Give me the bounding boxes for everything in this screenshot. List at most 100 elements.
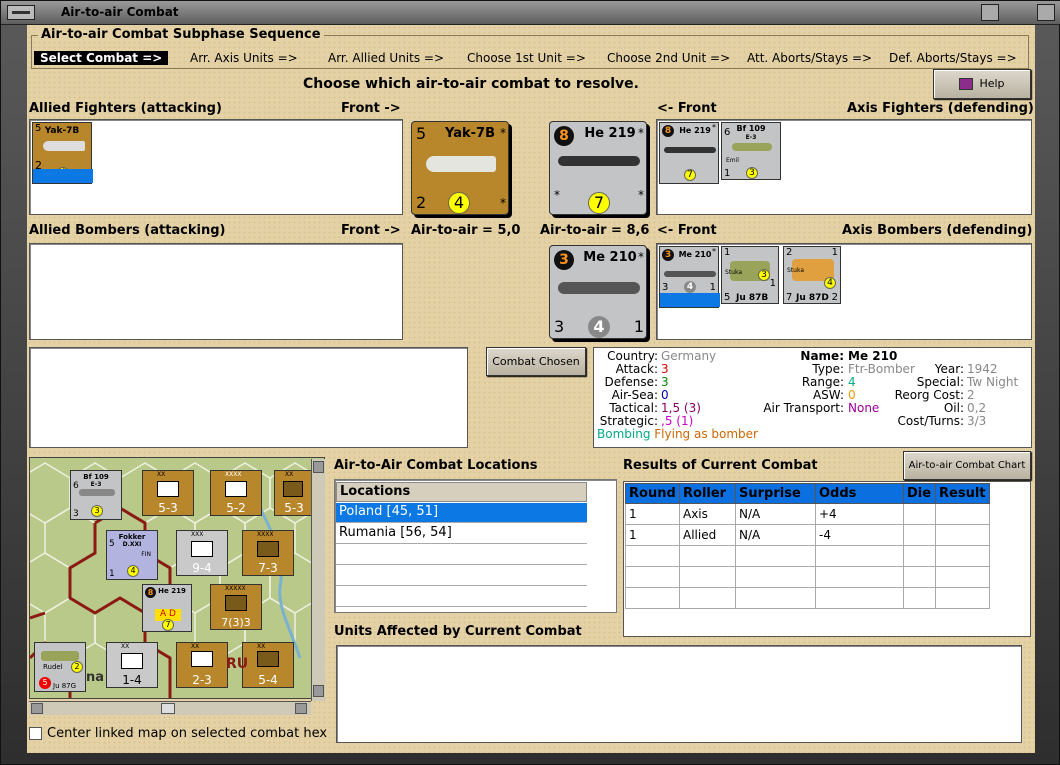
infantry-icon — [257, 541, 279, 557]
minimize-button[interactable] — [981, 4, 999, 21]
front-left-label-2: <- Front — [657, 223, 717, 238]
map-inf-counter-2[interactable]: XXXX 5-2 — [210, 470, 262, 516]
sequence-title: Air-to-air Combat Subphase Sequence — [38, 27, 324, 42]
map-inf7-lbl: XX — [121, 643, 130, 650]
table-row: 1 Axis N/A +4 — [625, 503, 990, 525]
map-inf1-v: 5-3 — [158, 501, 178, 515]
map-inf5-v: 7-3 — [258, 561, 278, 575]
front-left-label: <- Front — [657, 101, 717, 116]
flying-flag: Flying as bomber — [654, 427, 758, 441]
details-labels-col3: Year: Special: Reorg Cost: Oil: Cost/Tur… — [894, 363, 964, 428]
me210-unit-small[interactable]: 3 Me 210 * 3 4 1 — [659, 246, 720, 308]
map-bf109-circle: 3 — [91, 505, 103, 517]
axis-fighters-list[interactable]: 8 He 219 * 7 6 Bf 109 E-3 Emil 1 3 — [656, 119, 1032, 215]
he219-small-circle: 7 — [684, 169, 696, 181]
ju87b-unit-small[interactable]: 1 Stuka 3 5 Ju 87B 1 — [721, 246, 779, 304]
special-value: Tw Night — [967, 375, 1019, 389]
yak-unit-small[interactable]: 5 Yak-7B 2 4 — [32, 122, 93, 184]
locations-list[interactable]: Locations Poland [45, 51] Rumania [56, 5… — [334, 479, 617, 613]
affected-units-list — [336, 645, 1022, 743]
ju87b-bl: 5 — [724, 292, 731, 303]
col-result: Result — [935, 483, 990, 504]
map-rudel-counter[interactable]: Rudel 2 5 Ju 87G — [34, 642, 86, 692]
scroll-up-button[interactable] — [313, 461, 324, 473]
cell: 1 — [625, 524, 680, 546]
map-inf-counter-5[interactable]: XXXX 7-3 — [242, 530, 294, 576]
map-inf9-v: 5-4 — [258, 673, 278, 687]
map-fokker-bl: 1 — [109, 569, 115, 579]
me210-large-star: * — [638, 250, 644, 264]
combat-chosen-button[interactable]: Combat Chosen — [486, 347, 586, 376]
he219-unit-large[interactable]: 8 He 219 * * 7 * — [549, 121, 647, 215]
bf109-plane-icon — [732, 143, 772, 151]
center-map-checkbox[interactable] — [29, 727, 42, 740]
results-table: Round Roller Surprise Odds Die Result 1 … — [625, 483, 990, 609]
map-fokker-circle: 4 — [127, 565, 139, 577]
allied-bombers-list[interactable] — [29, 243, 403, 340]
he219-unit-small[interactable]: 8 He 219 * 7 — [659, 122, 720, 184]
map-bf109-counter[interactable]: 6 Bf 109 E-3 3 3 — [70, 470, 122, 520]
ju87b-name: Ju 87B — [736, 293, 769, 303]
map-bf109-name: Bf 109 — [83, 473, 109, 481]
bf109-small-name: Bf 109 — [736, 124, 766, 133]
ju87b-circle: 3 — [758, 269, 770, 281]
bf109-unit-small[interactable]: 6 Bf 109 E-3 Emil 1 3 — [721, 122, 781, 180]
details-labels-col2: Name: Type: Range: ASW: Air Transport: — [734, 350, 844, 415]
he219-large-circle: 7 — [588, 192, 610, 214]
ju87b-nick: Stuka — [725, 269, 743, 276]
cell — [935, 503, 990, 525]
location-item-rumania[interactable]: Rumania [56, 54] — [336, 524, 587, 544]
allied-fighters-list[interactable]: 5 Yak-7B 2 4 — [29, 119, 403, 215]
ju87d-unit-small[interactable]: 2 1 Stuka 4 7 Ju 87D 2 — [783, 246, 841, 304]
step-arr-axis: Arr. Axis Units => — [190, 51, 298, 65]
he219-large-name: He 219 — [584, 126, 636, 141]
ju87d-bl: 7 — [786, 292, 793, 303]
map-fokker-counter[interactable]: 5 Fokker D.XXI FIN 1 4 — [106, 530, 158, 580]
location-item-poland[interactable]: Poland [45, 51] — [336, 503, 587, 523]
yak-unit-large[interactable]: 5 Yak-7B * 2 4 * — [411, 121, 509, 215]
location-row-empty — [336, 566, 587, 586]
cell: Allied — [679, 524, 736, 546]
bf109-small-circle: 3 — [746, 167, 758, 179]
map-inf-counter-9[interactable]: XX 5-4 — [242, 642, 294, 688]
close-button[interactable] — [1037, 4, 1055, 21]
scroll-thumb[interactable] — [161, 703, 175, 714]
map-rudel-badge: 5 — [39, 677, 51, 689]
map-inf-counter-3[interactable]: XX 5-3 — [274, 470, 314, 516]
map-inf-counter-8[interactable]: XX 2-3 — [176, 642, 228, 688]
map-inf9-lbl: XX — [257, 643, 266, 650]
map-inf-counter-7[interactable]: XX 1-4 — [106, 642, 158, 688]
map-vertical-scrollbar[interactable] — [311, 459, 325, 701]
map-inf1-lbl: XX — [157, 471, 166, 478]
map-inf-counter-4[interactable]: XXX 9-4 — [176, 530, 228, 576]
step-choose-1st: Choose 1st Unit => — [467, 51, 586, 65]
bf109-small-sub: E-3 — [745, 134, 757, 141]
step-def-aborts: Def. Aborts/Stays => — [889, 51, 1017, 65]
yak-large-star2: * — [500, 196, 506, 210]
he219-small-star: * — [712, 123, 716, 132]
yak-large-star: * — [500, 126, 506, 140]
he219-plane-icon — [558, 156, 640, 166]
he219-large-star: * — [638, 126, 644, 140]
map-fokker-name: Fokker — [118, 533, 146, 541]
map-inf3-v: 5-3 — [284, 501, 304, 515]
scroll-right-button[interactable] — [295, 703, 307, 714]
map-horizontal-scrollbar[interactable] — [29, 701, 311, 715]
me210-unit-large[interactable]: 3 Me 210 * 3 4 1 — [549, 245, 647, 339]
map-inf7-v: 1-4 — [122, 673, 142, 687]
map-inf-counter-6[interactable]: XXXXX 7(3)3 — [210, 584, 262, 630]
help-button[interactable]: Help — [933, 69, 1031, 99]
window-menu-icon[interactable] — [7, 5, 35, 20]
combat-chart-button[interactable]: Air-to-air Combat Chart — [903, 451, 1031, 480]
affected-title: Units Affected by Current Combat — [334, 624, 582, 639]
me210-small-bl: 3 — [662, 282, 669, 293]
linked-map[interactable]: 6 Bf 109 E-3 3 3 XX 5-3 XXXX 5-2 XX 5-3 — [29, 457, 325, 699]
map-he219-counter[interactable]: 8 He 219 A D 7 — [142, 584, 192, 632]
axis-bombers-list[interactable]: 3 Me 210 * 3 4 1 1 Stuka 3 5 Ju 87B 1 2 … — [656, 243, 1032, 340]
map-rudel-name: Rudel — [43, 663, 63, 671]
scroll-down-button[interactable] — [313, 685, 324, 697]
details-flags: Bombing Flying as bomber — [597, 428, 758, 441]
scroll-left-button[interactable] — [31, 703, 43, 714]
map-inf-counter-1[interactable]: XX 5-3 — [142, 470, 194, 516]
map-rudel-plane-icon — [41, 651, 79, 661]
